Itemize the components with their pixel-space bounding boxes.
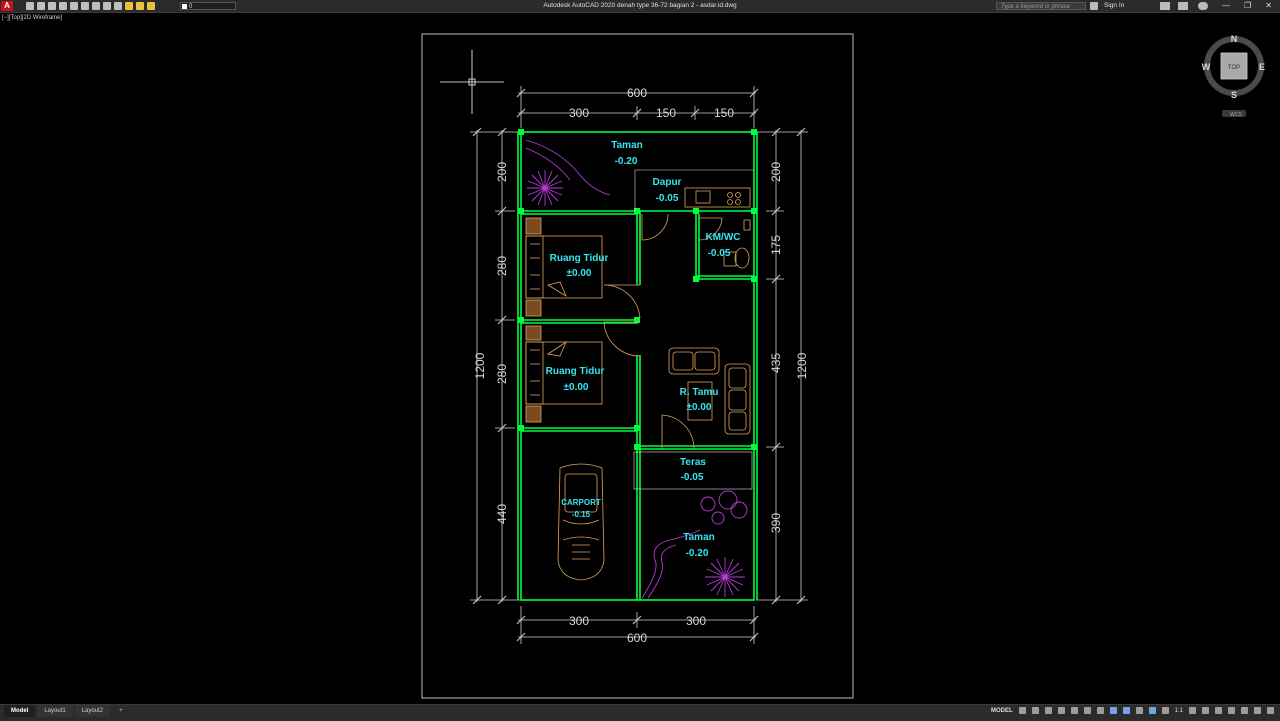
- dim-bottom-left: 300: [569, 614, 589, 628]
- tab-model[interactable]: Model: [4, 705, 36, 717]
- window-title: Autodesk AutoCAD 2020 denah type 36-72 b…: [543, 2, 737, 9]
- auto-scale-icon[interactable]: [1161, 707, 1169, 714]
- room-teras-name: Teras: [680, 457, 706, 468]
- room-carport-name: CARPORT: [561, 498, 601, 507]
- room-dapur-name: Dapur: [653, 177, 682, 188]
- add-layout-button[interactable]: +: [112, 705, 130, 717]
- object-snap-tracking-icon[interactable]: [1109, 707, 1117, 714]
- tab-layout2[interactable]: Layout2: [74, 705, 111, 717]
- doors: [603, 213, 723, 450]
- room-kmwc-name: KM/WC: [706, 232, 741, 243]
- lineweight-icon[interactable]: [1135, 707, 1143, 714]
- object-snap-icon[interactable]: [1122, 707, 1130, 714]
- dim-top-mid: 150: [656, 106, 676, 120]
- polar-tracking-icon[interactable]: [1083, 707, 1091, 714]
- annotation-visibility-icon[interactable]: [1148, 707, 1156, 714]
- ortho-icon[interactable]: [1070, 707, 1078, 714]
- dim-bottom-right: 300: [686, 614, 706, 628]
- drawing-area[interactable]: 600 300 150 150 300 300 600 200 280 280 …: [0, 12, 1280, 704]
- compass-west[interactable]: W: [1202, 62, 1211, 72]
- room-teras-elev: -0.05: [681, 472, 704, 483]
- room-taman-bottom-elev: -0.20: [686, 548, 709, 559]
- close-button[interactable]: ✕: [1265, 0, 1272, 12]
- car: [557, 463, 605, 581]
- floor-lines: [633, 169, 754, 490]
- search-input[interactable]: Type a keyword or phrase: [996, 2, 1086, 10]
- viewcube-face-top[interactable]: TOP: [1228, 65, 1240, 71]
- clean-screen-icon[interactable]: [1254, 707, 1261, 714]
- room-labels: Taman -0.20 Dapur -0.05 KM/WC -0.05 Ruan…: [546, 140, 741, 559]
- compass-north[interactable]: N: [1231, 34, 1238, 44]
- annotation-monitor-icon[interactable]: [1202, 707, 1209, 714]
- help-icon[interactable]: [1198, 2, 1208, 10]
- room-tidur2-elev: ±0.00: [564, 382, 589, 393]
- dim-right-175: 175: [769, 235, 783, 255]
- dim-left-280a: 280: [495, 256, 509, 276]
- room-tamu-elev: ±0.00: [687, 402, 712, 413]
- tab-layout1[interactable]: Layout1: [37, 705, 73, 717]
- dim-bottom-total: 600: [627, 631, 647, 645]
- dim-right-435: 435: [769, 353, 783, 373]
- dim-left-440: 440: [495, 504, 509, 524]
- room-tamu-name: R. Tamu: [680, 387, 719, 398]
- room-dapur-elev: -0.05: [656, 193, 679, 204]
- dim-right-200: 200: [769, 162, 783, 182]
- status-toggles: MODEL 1:1: [991, 707, 1274, 714]
- dim-left-280b: 280: [495, 364, 509, 384]
- model-space-toggle[interactable]: MODEL: [991, 708, 1013, 714]
- room-taman-top-elev: -0.20: [615, 156, 638, 167]
- dynamic-input-icon[interactable]: [1057, 707, 1065, 714]
- dimension-ticks: [472, 88, 806, 642]
- room-taman-top-name: Taman: [611, 140, 643, 151]
- wcs-menu[interactable]: WCS: [1230, 112, 1242, 118]
- room-tidur2-name: Ruang Tidur: [546, 366, 605, 377]
- units-icon[interactable]: [1215, 707, 1222, 714]
- sign-in-link[interactable]: Sign In: [1104, 0, 1124, 12]
- status-bar: Model Layout1 Layout2 + MODEL 1:1: [0, 704, 1280, 721]
- a360-icon[interactable]: [1178, 2, 1188, 10]
- workspace-gear-icon[interactable]: [1189, 707, 1196, 714]
- minimize-button[interactable]: —: [1222, 0, 1230, 12]
- layout-tabs: Model Layout1 Layout2 +: [4, 705, 130, 717]
- dim-right-390: 390: [769, 513, 783, 533]
- infer-constraints-icon[interactable]: [1044, 707, 1052, 714]
- customization-menu-icon[interactable]: [1267, 707, 1274, 714]
- quick-properties-icon[interactable]: [1228, 707, 1235, 714]
- grid-icon[interactable]: [1018, 707, 1026, 714]
- autodesk-app-store-icon[interactable]: [1160, 2, 1170, 10]
- crosshair-cursor: [440, 50, 504, 114]
- dim-right-total: 1200: [795, 352, 809, 379]
- dim-left-total: 1200: [473, 352, 487, 379]
- viewcube[interactable]: TOP N S E W WCS: [1202, 34, 1265, 118]
- compass-east[interactable]: E: [1259, 62, 1265, 72]
- room-tidur1-name: Ruang Tidur: [550, 253, 609, 264]
- dim-top-right: 150: [714, 106, 734, 120]
- room-kmwc-elev: -0.05: [708, 248, 731, 259]
- room-carport-elev: -0.15: [572, 510, 591, 519]
- annotation-scale[interactable]: 1:1: [1175, 708, 1183, 714]
- dim-left-200: 200: [495, 162, 509, 182]
- restore-button[interactable]: ❐: [1244, 0, 1251, 12]
- isodraft-icon[interactable]: [1096, 707, 1104, 714]
- dim-top-total: 600: [627, 86, 647, 100]
- hardware-acceleration-icon[interactable]: [1241, 707, 1248, 714]
- user-icon[interactable]: [1090, 2, 1098, 10]
- dim-top-left: 300: [569, 106, 589, 120]
- compass-south[interactable]: S: [1231, 90, 1237, 100]
- snap-icon[interactable]: [1031, 707, 1039, 714]
- room-tidur1-elev: ±0.00: [567, 268, 592, 279]
- room-taman-bottom-name: Taman: [683, 532, 715, 543]
